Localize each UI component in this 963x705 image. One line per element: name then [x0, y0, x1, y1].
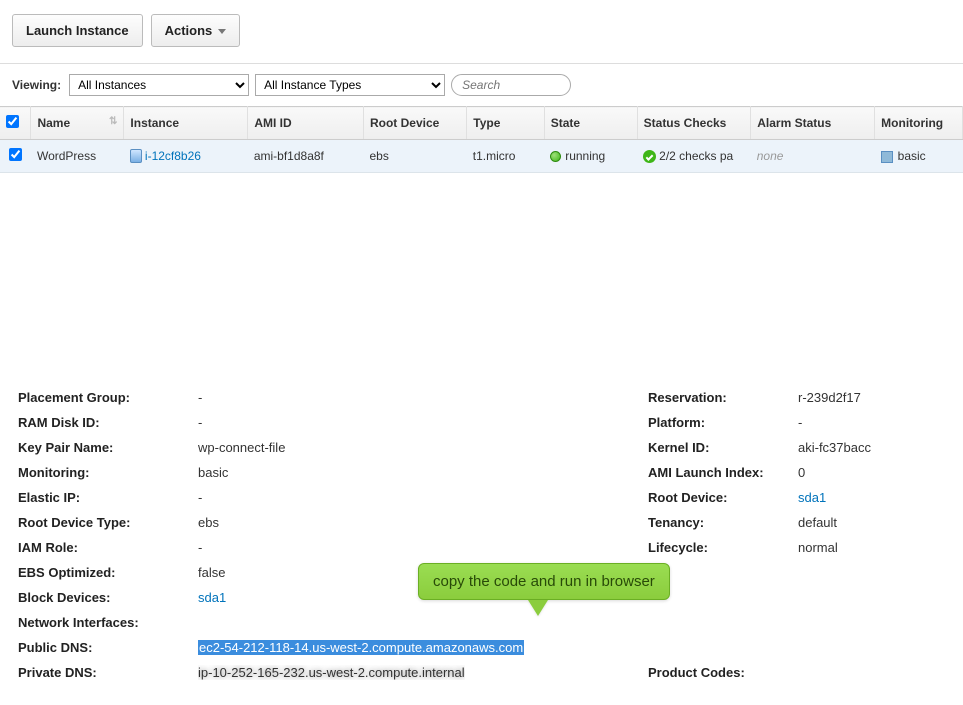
- table-row[interactable]: WordPress i-12cf8b26 ami-bf1d8a8f ebs t1…: [0, 140, 963, 173]
- detail-reservation: Reservation:r-239d2f17: [648, 385, 938, 410]
- detail-root-device: Root Device:sda1: [648, 485, 938, 510]
- actions-label: Actions: [165, 23, 213, 38]
- select-all-checkbox[interactable]: [6, 115, 19, 128]
- details-column-left: Placement Group:- RAM Disk ID:- Key Pair…: [18, 385, 608, 685]
- details-column-right: Reservation:r-239d2f17 Platform:- Kernel…: [648, 385, 938, 685]
- table-header-row: Name⇅ Instance AMI ID Root Device Type S…: [0, 107, 963, 140]
- header-root-device[interactable]: Root Device: [363, 107, 466, 140]
- instance-types-filter-select[interactable]: All Instance Types: [255, 74, 445, 96]
- header-monitoring[interactable]: Monitoring: [875, 107, 963, 140]
- cell-state: running: [544, 140, 637, 173]
- detail-platform: Platform:-: [648, 410, 938, 435]
- actions-button[interactable]: Actions: [151, 14, 241, 47]
- detail-private-dns: Private DNS:ip-10-252-165-232.us-west-2.…: [18, 660, 608, 685]
- cell-ami: ami-bf1d8a8f: [248, 140, 364, 173]
- cell-type: t1.micro: [467, 140, 544, 173]
- viewing-label: Viewing:: [12, 78, 61, 92]
- row-checkbox-cell: [0, 140, 31, 173]
- instances-table: Name⇅ Instance AMI ID Root Device Type S…: [0, 106, 963, 173]
- instance-id-link[interactable]: i-12cf8b26: [145, 149, 201, 163]
- header-type[interactable]: Type: [467, 107, 544, 140]
- check-ok-icon: [643, 150, 656, 163]
- root-device-link[interactable]: sda1: [798, 490, 826, 505]
- filter-bar: Viewing: All Instances All Instance Type…: [0, 64, 963, 106]
- callout-text: copy the code and run in browser: [418, 563, 670, 600]
- launch-instance-button[interactable]: Launch Instance: [12, 14, 143, 47]
- monitoring-icon: [881, 151, 893, 163]
- block-devices-link[interactable]: sda1: [198, 590, 226, 605]
- header-checkbox-cell: [0, 107, 31, 140]
- header-state[interactable]: State: [544, 107, 637, 140]
- detail-product-codes: Product Codes:: [648, 660, 938, 685]
- annotation-callout: copy the code and run in browser: [418, 563, 670, 616]
- header-ami[interactable]: AMI ID: [248, 107, 364, 140]
- state-running-icon: [550, 151, 561, 162]
- volume-icon: [130, 149, 142, 163]
- detail-tenancy: Tenancy:default: [648, 510, 938, 535]
- detail-placement-group: Placement Group:-: [18, 385, 608, 410]
- spacer: [0, 173, 963, 373]
- detail-iam-role: IAM Role:-: [18, 535, 608, 560]
- public-dns-value[interactable]: ec2-54-212-118-14.us-west-2.compute.amaz…: [198, 640, 524, 655]
- details-panel: Placement Group:- RAM Disk ID:- Key Pair…: [0, 373, 963, 705]
- search-input[interactable]: [451, 74, 571, 96]
- instances-filter-select[interactable]: All Instances: [69, 74, 249, 96]
- sort-icon: ⇅: [109, 116, 117, 127]
- detail-lifecycle: Lifecycle:normal: [648, 535, 938, 560]
- detail-kernel-id: Kernel ID:aki-fc37bacc: [648, 435, 938, 460]
- detail-root-device-type: Root Device Type:ebs: [18, 510, 608, 535]
- callout-tail-icon: [528, 600, 548, 616]
- private-dns-value: ip-10-252-165-232.us-west-2.compute.inte…: [198, 665, 465, 680]
- header-alarm-status[interactable]: Alarm Status: [751, 107, 875, 140]
- cell-status: 2/2 checks pa: [637, 140, 751, 173]
- header-instance[interactable]: Instance: [124, 107, 248, 140]
- detail-public-dns: Public DNS:ec2-54-212-118-14.us-west-2.c…: [18, 635, 608, 660]
- detail-ami-launch-index: AMI Launch Index:0: [648, 460, 938, 485]
- detail-monitoring: Monitoring:basic: [18, 460, 608, 485]
- cell-root-device: ebs: [363, 140, 466, 173]
- toolbar: Launch Instance Actions: [0, 0, 963, 63]
- cell-name: WordPress: [31, 140, 124, 173]
- detail-ram-disk: RAM Disk ID:-: [18, 410, 608, 435]
- row-checkbox[interactable]: [9, 148, 22, 161]
- header-name[interactable]: Name⇅: [31, 107, 124, 140]
- header-status-checks[interactable]: Status Checks: [637, 107, 751, 140]
- detail-elastic-ip: Elastic IP:-: [18, 485, 608, 510]
- cell-alarm: none: [751, 140, 875, 173]
- cell-monitoring: basic: [875, 140, 963, 173]
- caret-down-icon: [218, 29, 226, 34]
- cell-instance: i-12cf8b26: [124, 140, 248, 173]
- detail-key-pair: Key Pair Name:wp-connect-file: [18, 435, 608, 460]
